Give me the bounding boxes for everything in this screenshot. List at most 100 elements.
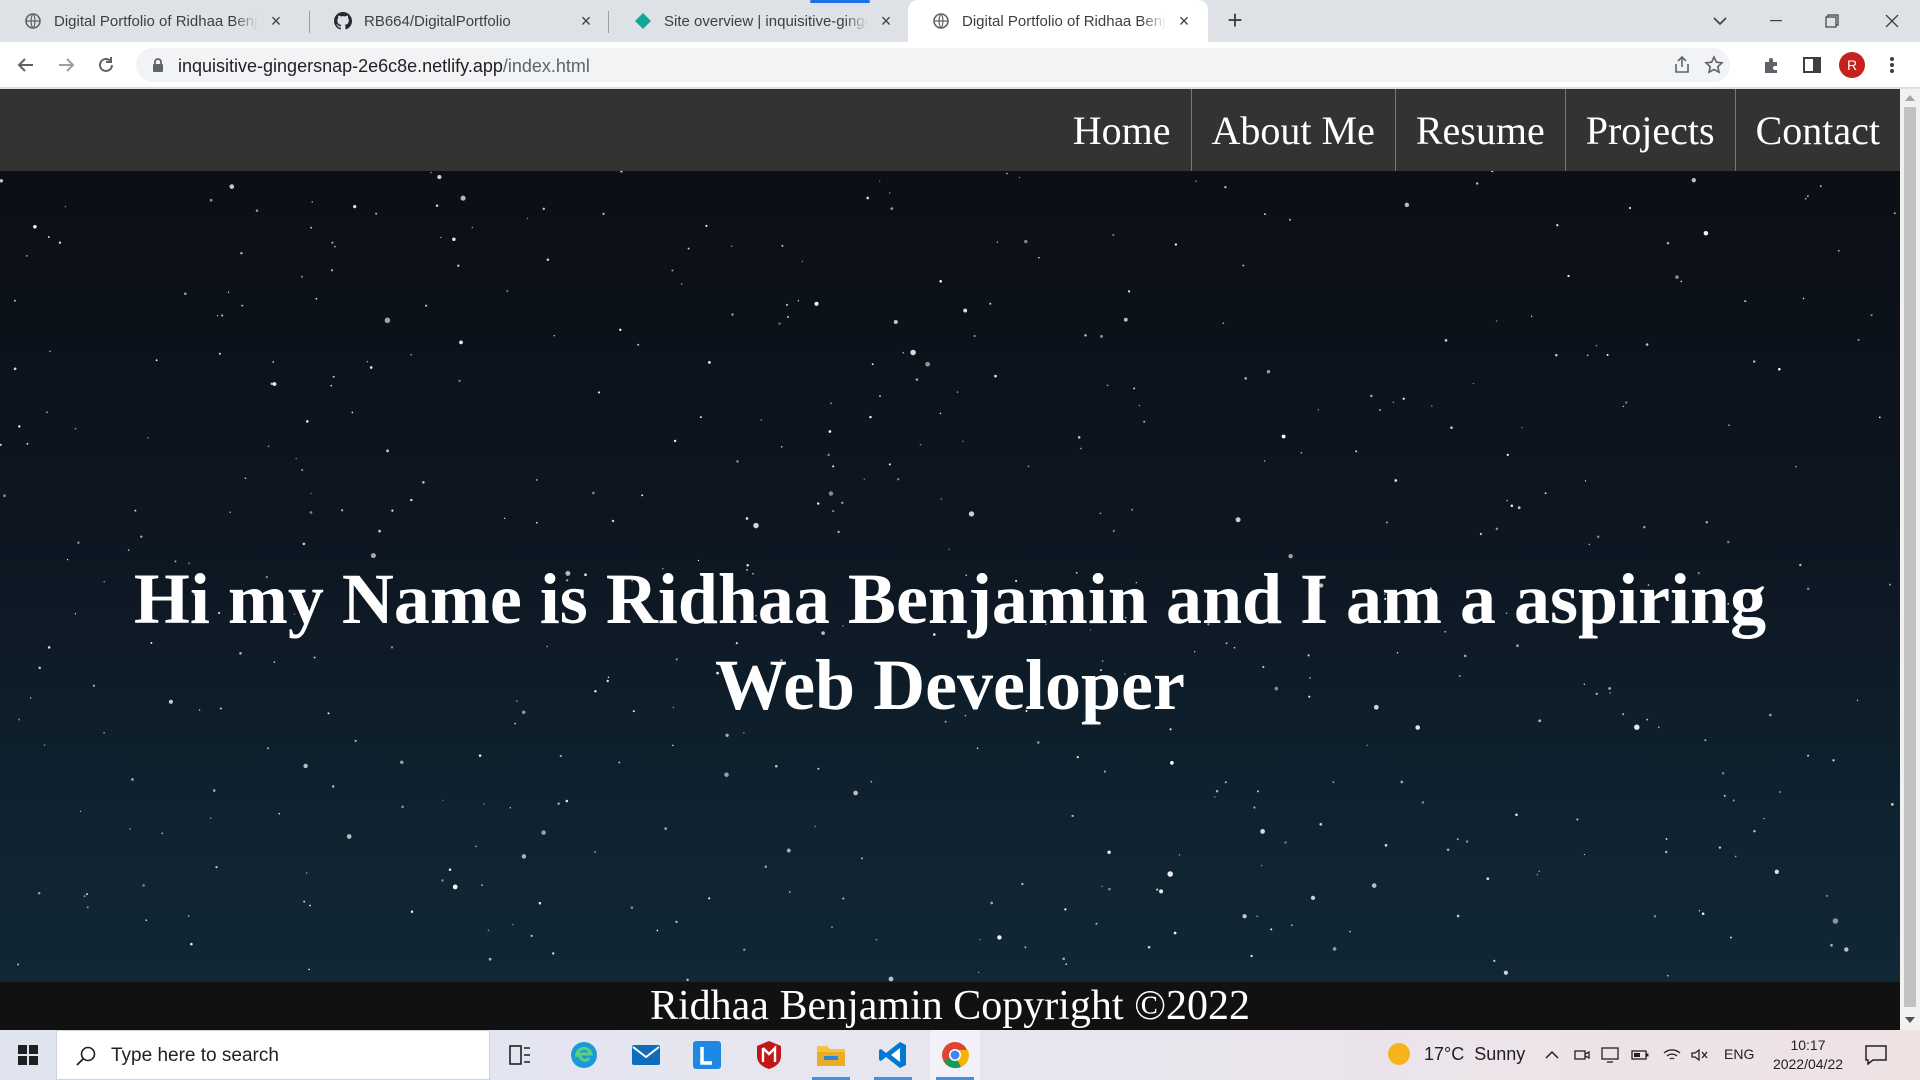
bookmark-button[interactable]: [1702, 53, 1726, 77]
star: [401, 805, 404, 809]
scrollbar-thumb[interactable]: [1904, 107, 1916, 1007]
reload-button[interactable]: [90, 49, 122, 81]
page-scrollbar[interactable]: [1900, 89, 1920, 1030]
star: [315, 297, 318, 300]
tab-close-button[interactable]: ×: [266, 11, 286, 31]
tab-close-button[interactable]: ×: [876, 11, 896, 31]
star: [1479, 532, 1482, 535]
star: [218, 352, 221, 355]
scroll-down-arrow-icon[interactable]: [1905, 1017, 1915, 1023]
star: [0, 443, 2, 447]
star: [1021, 882, 1024, 886]
star: [997, 935, 1002, 940]
star: [1317, 409, 1320, 411]
star: [827, 453, 830, 457]
profile-avatar[interactable]: R: [1839, 52, 1865, 78]
taskbar-vscode[interactable]: [868, 1030, 918, 1080]
l-app-icon: [693, 1041, 721, 1069]
taskbar-edge[interactable]: [559, 1030, 609, 1080]
star: [863, 478, 866, 480]
taskbar-clock[interactable]: 10:17 2022/04/22: [1766, 1036, 1850, 1074]
taskbar-mcafee[interactable]: [744, 1030, 794, 1080]
address-bar[interactable]: inquisitive-gingersnap-2e6c8e.netlify.ap…: [136, 48, 1730, 82]
star: [736, 460, 739, 463]
star: [536, 521, 538, 524]
task-view-button[interactable]: [495, 1030, 545, 1080]
menu-button[interactable]: [1880, 53, 1904, 77]
side-panel-button[interactable]: [1800, 53, 1824, 77]
tab-close-button[interactable]: ×: [576, 11, 596, 31]
minimize-button[interactable]: [1748, 0, 1804, 42]
star: [1753, 360, 1756, 363]
share-button[interactable]: [1670, 53, 1694, 77]
extensions-button[interactable]: [1760, 53, 1784, 77]
star: [1005, 172, 1008, 175]
volume-muted-icon: [1691, 1048, 1708, 1062]
tab-portfolio-1[interactable]: Digital Portfolio of Ridhaa Benjamin ×: [0, 0, 300, 42]
star: [1584, 480, 1587, 482]
taskbar-search-box[interactable]: Type here to search: [56, 1030, 490, 1080]
star: [1521, 427, 1523, 429]
taskbar-l-app[interactable]: [682, 1030, 732, 1080]
tab-search-button[interactable]: [1692, 0, 1748, 42]
star: [1456, 914, 1460, 918]
tray-network[interactable]: [1662, 1045, 1682, 1065]
star: [1495, 527, 1499, 531]
star: [1705, 521, 1709, 524]
forward-button[interactable]: [50, 49, 82, 81]
notification-center-button[interactable]: [1864, 1043, 1888, 1067]
star: [553, 334, 556, 337]
star: [441, 879, 444, 882]
tray-battery[interactable]: [1630, 1045, 1650, 1065]
star: [1214, 796, 1216, 798]
show-hidden-icons-button[interactable]: [1542, 1045, 1562, 1065]
star: [1704, 739, 1707, 742]
star: [778, 322, 781, 325]
nav-link-about-me[interactable]: About Me: [1190, 89, 1395, 171]
star: [1371, 883, 1377, 888]
star: [1084, 334, 1087, 337]
taskbar-mail[interactable]: [621, 1030, 671, 1080]
star: [1493, 959, 1496, 962]
nav-link-contact[interactable]: Contact: [1734, 89, 1900, 171]
tab-close-button[interactable]: ×: [1174, 11, 1194, 31]
star: [785, 303, 789, 306]
star: [1556, 224, 1559, 227]
new-tab-button[interactable]: +: [1222, 7, 1248, 34]
back-button[interactable]: [10, 49, 42, 81]
star: [1465, 840, 1469, 843]
nav-link-home[interactable]: Home: [1053, 89, 1191, 171]
star: [1625, 401, 1628, 404]
star: [787, 316, 789, 318]
url-text[interactable]: inquisitive-gingersnap-2e6c8e.netlify.ap…: [178, 56, 590, 77]
star: [869, 415, 872, 419]
tray-display[interactable]: [1600, 1045, 1620, 1065]
star: [435, 204, 439, 207]
star: [1173, 931, 1177, 935]
star: [897, 478, 900, 481]
star: [303, 763, 308, 769]
nav-link-projects[interactable]: Projects: [1564, 89, 1735, 171]
weather-widget[interactable]: 17°C Sunny: [1388, 1043, 1525, 1065]
star: [308, 968, 310, 971]
tray-volume[interactable]: [1690, 1045, 1710, 1065]
tab-github[interactable]: RB664/DigitalPortfolio ×: [310, 0, 610, 42]
language-indicator[interactable]: ENG: [1724, 1046, 1754, 1062]
taskbar-chrome[interactable]: [930, 1030, 980, 1080]
tab-netlify[interactable]: Site overview | inquisitive-gingersnap ×: [610, 0, 910, 42]
tab-portfolio-active[interactable]: Digital Portfolio of Ridhaa Benjamin ×: [908, 0, 1208, 42]
nav-link-resume[interactable]: Resume: [1394, 89, 1565, 171]
star: [860, 857, 864, 860]
star: [939, 412, 942, 415]
star: [1806, 587, 1810, 591]
star: [1178, 854, 1181, 856]
start-button[interactable]: [0, 1030, 56, 1080]
tray-meet-now[interactable]: [1572, 1045, 1592, 1065]
star: [306, 872, 308, 874]
restore-button[interactable]: [1804, 0, 1860, 42]
star: [1224, 781, 1227, 784]
taskbar-file-explorer[interactable]: [806, 1030, 856, 1080]
close-window-button[interactable]: [1864, 0, 1920, 42]
scroll-up-arrow-icon[interactable]: [1905, 95, 1915, 101]
weather-condition: Sunny: [1474, 1043, 1526, 1064]
